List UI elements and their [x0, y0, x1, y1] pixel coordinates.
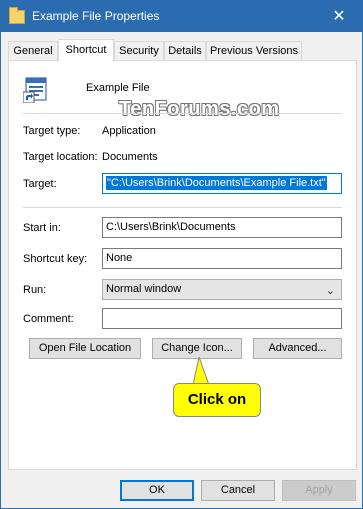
tab-shortcut[interactable]: Shortcut: [58, 39, 114, 62]
properties-window: Example File Properties ✕ General Shortc…: [0, 0, 363, 509]
run-select-value: Normal window: [106, 283, 182, 295]
document-shortcut-icon: [23, 77, 47, 103]
target-location-value: Documents: [102, 151, 158, 163]
target-field-value: "C:\Users\Brink\Documents\Example File.t…: [106, 176, 327, 190]
run-label: Run:: [23, 284, 47, 296]
shortcut-key-field[interactable]: None: [102, 248, 342, 269]
target-type-value: Application: [102, 125, 156, 137]
cancel-button[interactable]: Cancel: [201, 480, 275, 501]
folder-icon: [9, 7, 25, 24]
chevron-down-icon: ⌄: [325, 285, 335, 297]
comment-label: Comment:: [23, 313, 74, 325]
run-select[interactable]: Normal window ⌄: [102, 279, 342, 300]
target-field[interactable]: "C:\Users\Brink\Documents\Example File.t…: [102, 173, 342, 194]
target-label: Target:: [23, 178, 57, 190]
change-icon-button[interactable]: Change Icon...: [152, 338, 242, 359]
title-bar[interactable]: Example File Properties ✕: [1, 1, 362, 32]
tab-previous-versions[interactable]: Previous Versions: [206, 41, 302, 60]
file-name: Example File: [86, 82, 150, 94]
start-in-field[interactable]: C:\Users\Brink\Documents: [102, 217, 342, 238]
target-type-label: Target type:: [23, 125, 81, 137]
shortcut-key-label: Shortcut key:: [23, 253, 88, 265]
window-title: Example File Properties: [32, 9, 160, 23]
click-on-callout: Click on: [173, 383, 261, 417]
watermark: TenForums.com: [119, 98, 280, 120]
comment-field[interactable]: [102, 308, 342, 329]
open-file-location-button[interactable]: Open File Location: [29, 338, 141, 359]
apply-button[interactable]: Apply: [282, 480, 356, 501]
tab-details[interactable]: Details: [164, 41, 206, 60]
divider: [23, 207, 342, 208]
tab-general[interactable]: General: [8, 41, 58, 60]
advanced-button[interactable]: Advanced...: [253, 338, 342, 359]
close-button[interactable]: ✕: [316, 1, 362, 32]
divider: [23, 113, 342, 114]
tab-security[interactable]: Security: [114, 41, 164, 60]
start-in-label: Start in:: [23, 222, 61, 234]
target-location-label: Target location:: [23, 151, 98, 163]
ok-button[interactable]: OK: [120, 480, 194, 501]
